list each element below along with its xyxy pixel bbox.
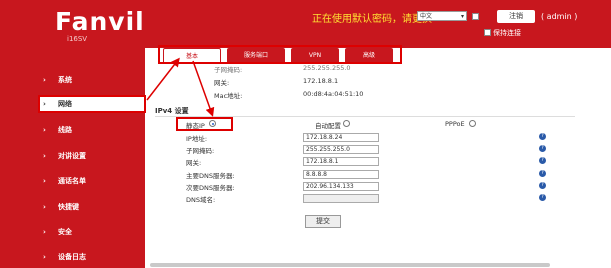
- arrow-to-static-ip: [192, 60, 215, 117]
- arrow-to-tab: [146, 57, 180, 101]
- horizontal-scrollbar[interactable]: [150, 263, 550, 267]
- annotation-arrows: [146, 57, 215, 117]
